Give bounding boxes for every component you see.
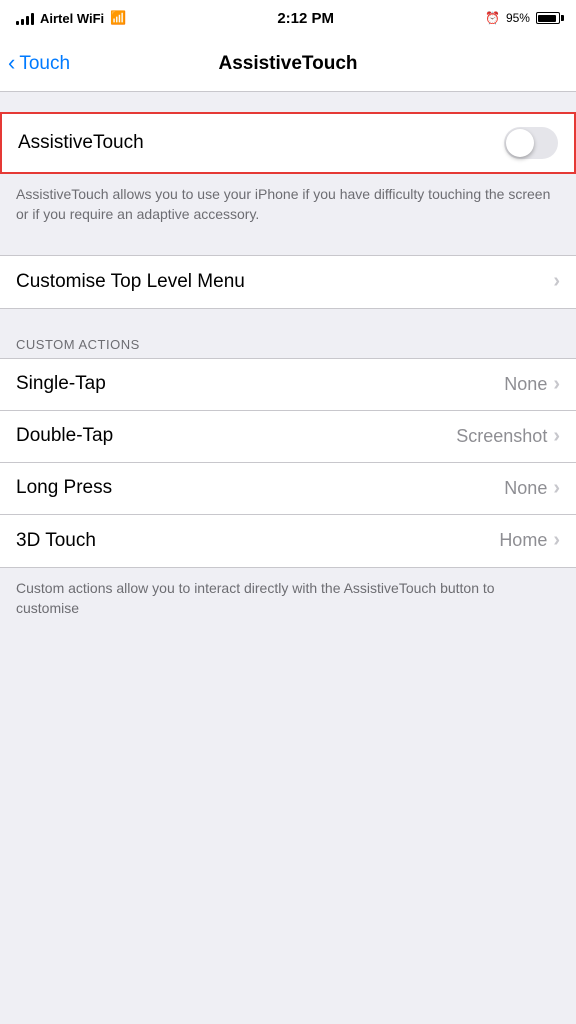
double-tap-label: Double-Tap	[16, 425, 113, 447]
3d-touch-value: Home	[499, 530, 547, 551]
back-button[interactable]: ‹ Touch	[8, 53, 70, 75]
carrier-label: Airtel WiFi	[40, 11, 104, 26]
single-tap-row[interactable]: Single-Tap None ›	[0, 359, 576, 411]
nav-bar: ‹ Touch AssistiveTouch	[0, 36, 576, 92]
customise-row[interactable]: Customise Top Level Menu ›	[0, 256, 576, 308]
long-press-label: Long Press	[16, 477, 112, 499]
double-tap-right: Screenshot ›	[456, 425, 560, 448]
assistive-touch-toggle[interactable]	[504, 127, 558, 159]
custom-actions-section: CUSTOM ACTIONS Single-Tap None › Double-…	[0, 329, 576, 629]
assistive-touch-row[interactable]: AssistiveTouch	[2, 114, 574, 172]
status-left: Airtel WiFi 📶	[16, 10, 126, 26]
double-tap-value: Screenshot	[456, 426, 547, 447]
assistive-touch-section: AssistiveTouch AssistiveTouch allows you…	[0, 112, 576, 235]
customise-row-right: ›	[553, 270, 560, 293]
customise-label: Customise Top Level Menu	[16, 271, 245, 293]
custom-actions-group: Single-Tap None › Double-Tap Screenshot …	[0, 358, 576, 568]
3d-touch-row[interactable]: 3D Touch Home ›	[0, 515, 576, 567]
single-tap-label: Single-Tap	[16, 373, 106, 395]
assistive-touch-footer: AssistiveTouch allows you to use your iP…	[0, 174, 576, 235]
chevron-right-icon: ›	[553, 477, 560, 500]
long-press-row[interactable]: Long Press None ›	[0, 463, 576, 515]
3d-touch-right: Home ›	[499, 529, 560, 552]
toggle-track	[504, 127, 558, 159]
status-bar: Airtel WiFi 📶 2:12 PM ⏰ 95%	[0, 0, 576, 36]
chevron-right-icon: ›	[553, 373, 560, 396]
assistive-touch-label: AssistiveTouch	[18, 132, 144, 154]
signal-bars-icon	[16, 11, 34, 25]
status-time: 2:12 PM	[277, 10, 334, 27]
page-title: AssistiveTouch	[218, 53, 357, 75]
alarm-icon: ⏰	[485, 11, 500, 25]
single-tap-value: None	[504, 374, 547, 395]
long-press-right: None ›	[504, 477, 560, 500]
assistive-touch-group: AssistiveTouch	[0, 112, 576, 174]
chevron-right-icon: ›	[553, 425, 560, 448]
long-press-value: None	[504, 478, 547, 499]
wifi-icon: 📶	[110, 10, 126, 26]
chevron-right-icon: ›	[553, 270, 560, 293]
battery-icon	[536, 12, 560, 24]
toggle-thumb	[506, 129, 534, 157]
back-chevron-icon: ‹	[8, 52, 15, 74]
battery-percent: 95%	[506, 11, 530, 25]
chevron-right-icon: ›	[553, 529, 560, 552]
back-label: Touch	[19, 53, 70, 75]
custom-actions-header: CUSTOM ACTIONS	[0, 329, 576, 358]
3d-touch-label: 3D Touch	[16, 530, 96, 552]
customise-group: Customise Top Level Menu ›	[0, 255, 576, 309]
status-right: ⏰ 95%	[485, 11, 560, 25]
customise-section: Customise Top Level Menu ›	[0, 255, 576, 309]
custom-actions-footer: Custom actions allow you to interact dir…	[0, 568, 576, 629]
single-tap-right: None ›	[504, 373, 560, 396]
double-tap-row[interactable]: Double-Tap Screenshot ›	[0, 411, 576, 463]
